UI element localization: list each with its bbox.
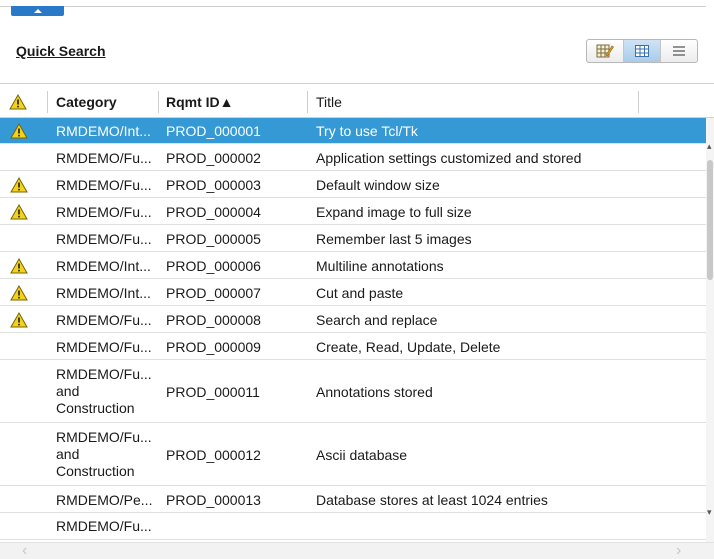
column-separator[interactable] (158, 91, 159, 113)
rqmt-id-cell: PROD_000005 (166, 230, 261, 247)
category-cell: RMDEMO/Fu... (56, 338, 152, 355)
category-column-header[interactable]: Category (56, 84, 117, 119)
category-cell: RMDEMO/Pe... (56, 491, 153, 508)
table-row[interactable]: RMDEMO/Fu... PROD_000008 Search and replac… (0, 307, 706, 333)
category-cell: RMDEMO/Int... (56, 257, 151, 274)
warning-icon (10, 118, 30, 143)
category-cell-line: RMDEMO/Fu... (56, 366, 152, 382)
scroll-down-icon[interactable]: ▾ (707, 508, 712, 517)
column-separator[interactable] (638, 91, 639, 113)
warning-icon (10, 199, 30, 224)
category-cell: RMDEMO/Fu... (56, 311, 152, 328)
table-row[interactable]: RMDEMO/Int... PROD_000007 Cut and paste (0, 280, 706, 306)
category-cell-line: Construction (56, 463, 135, 479)
category-cell-line: and (56, 446, 80, 462)
rqmt-id-cell: PROD_000008 (166, 311, 261, 328)
edit-view-icon (596, 44, 614, 58)
category-cell: RMDEMO/Fu... (56, 514, 160, 539)
table-row[interactable]: RMDEMO/Fu... PROD_000002 Application setti… (0, 145, 706, 171)
category-cell-line: and (56, 383, 80, 399)
top-divider (0, 6, 706, 7)
title-cell: Try to use Tcl/Tk (316, 122, 418, 139)
vertical-scrollbar[interactable]: ▴ ▾ (706, 118, 714, 542)
grid-view-icon (635, 45, 649, 57)
category-cell: RMDEMO/Fu... and Construction (56, 361, 160, 422)
title-cell: Cut and paste (316, 284, 404, 301)
title-cell: Database stores at least 1024 entries (316, 491, 548, 508)
table-row[interactable]: RMDEMO/Fu... (0, 514, 706, 540)
title-cell: Remember last 5 images (316, 230, 472, 247)
category-cell: RMDEMO/Fu... (56, 203, 152, 220)
collapse-panel-button[interactable] (11, 6, 64, 16)
category-cell: RMDEMO/Fu... and Construction (56, 424, 160, 485)
column-separator[interactable] (47, 91, 48, 113)
rqmt-id-column-header[interactable]: Rqmt ID▲ (166, 84, 234, 119)
title-cell: Search and replace (316, 311, 438, 328)
rqmt-id-cell: PROD_000001 (166, 122, 261, 139)
list-view-icon (673, 46, 685, 56)
table-row[interactable]: RMDEMO/Fu... and Construction PROD_000012 As… (0, 424, 706, 486)
title-cell: Annotations stored (316, 383, 433, 400)
horizontal-scrollbar[interactable]: ‹ › (0, 542, 714, 559)
title-cell: Create, Read, Update, Delete (316, 338, 501, 355)
category-cell: RMDEMO/Fu... (56, 176, 152, 193)
view-mode-switch (586, 39, 698, 63)
warning-icon (10, 172, 30, 197)
warning-icon (10, 253, 30, 278)
title-cell: Multiline annotations (316, 257, 444, 274)
rqmt-id-cell: PROD_000013 (166, 491, 261, 508)
table-row[interactable]: RMDEMO/Fu... and Construction PROD_000011 An… (0, 361, 706, 423)
category-cell: RMDEMO/Int... (56, 284, 151, 301)
scroll-up-icon[interactable]: ▴ (707, 142, 712, 151)
title-column-header[interactable]: Title (316, 84, 342, 119)
scrollbar-thumb[interactable] (707, 160, 713, 280)
grid-header: Category Rqmt ID▲ Title (0, 83, 714, 118)
column-separator[interactable] (307, 91, 308, 113)
title-cell: Default window size (316, 176, 440, 193)
category-cell: RMDEMO/Fu... (56, 149, 152, 166)
table-row[interactable]: RMDEMO/Fu... PROD_000005 Remember last 5 i… (0, 226, 706, 252)
warning-icon (9, 93, 27, 109)
warning-icon (10, 280, 30, 305)
category-cell: RMDEMO/Fu... (56, 230, 152, 247)
warning-icon (10, 307, 30, 332)
edit-view-button[interactable] (587, 40, 624, 62)
grid-view-button[interactable] (624, 40, 661, 62)
scroll-right-icon[interactable]: › (676, 543, 681, 559)
list-view-button[interactable] (661, 40, 697, 62)
rqmt-id-cell: PROD_000012 (166, 446, 261, 463)
table-row[interactable]: RMDEMO/Int... PROD_000006 Multiline annota… (0, 253, 706, 279)
title-cell: Ascii database (316, 446, 408, 463)
title-cell: Expand image to full size (316, 203, 472, 220)
category-cell-line: RMDEMO/Fu... (56, 518, 152, 534)
quick-search-link[interactable]: Quick Search (16, 43, 106, 59)
title-cell: Application settings customized and stor… (316, 149, 582, 166)
rqmt-id-cell: PROD_000004 (166, 203, 261, 220)
rqmt-id-cell: PROD_000003 (166, 176, 261, 193)
category-cell-line: Construction (56, 400, 135, 416)
rqmt-id-cell: PROD_000011 (166, 383, 260, 400)
table-row[interactable]: RMDEMO/Int... PROD_000001 Try to use Tcl/T… (0, 118, 706, 144)
chevron-up-icon (33, 9, 42, 13)
scroll-left-icon[interactable]: ‹ (22, 543, 27, 559)
rqmt-id-cell: PROD_000007 (166, 284, 261, 301)
table-row[interactable]: RMDEMO/Fu... PROD_000009 Create, Read, Upd… (0, 334, 706, 360)
table-row[interactable]: RMDEMO/Pe... PROD_000013 Database stores a… (0, 487, 706, 513)
rqmt-id-cell: PROD_000002 (166, 149, 261, 166)
table-row[interactable]: RMDEMO/Fu... PROD_000003 Default window si… (0, 172, 706, 198)
category-cell: RMDEMO/Int... (56, 122, 151, 139)
rqmt-id-cell: PROD_000006 (166, 257, 261, 274)
top-strip (0, 0, 714, 16)
category-cell-line: RMDEMO/Fu... (56, 429, 152, 445)
table-row[interactable]: RMDEMO/Fu... PROD_000004 Expand image to f… (0, 199, 706, 225)
rqmt-id-cell: PROD_000009 (166, 338, 261, 355)
requirements-grid-body: RMDEMO/Int... PROD_000001 Try to use Tcl/T… (0, 118, 714, 542)
warning-column-header[interactable] (9, 84, 37, 119)
